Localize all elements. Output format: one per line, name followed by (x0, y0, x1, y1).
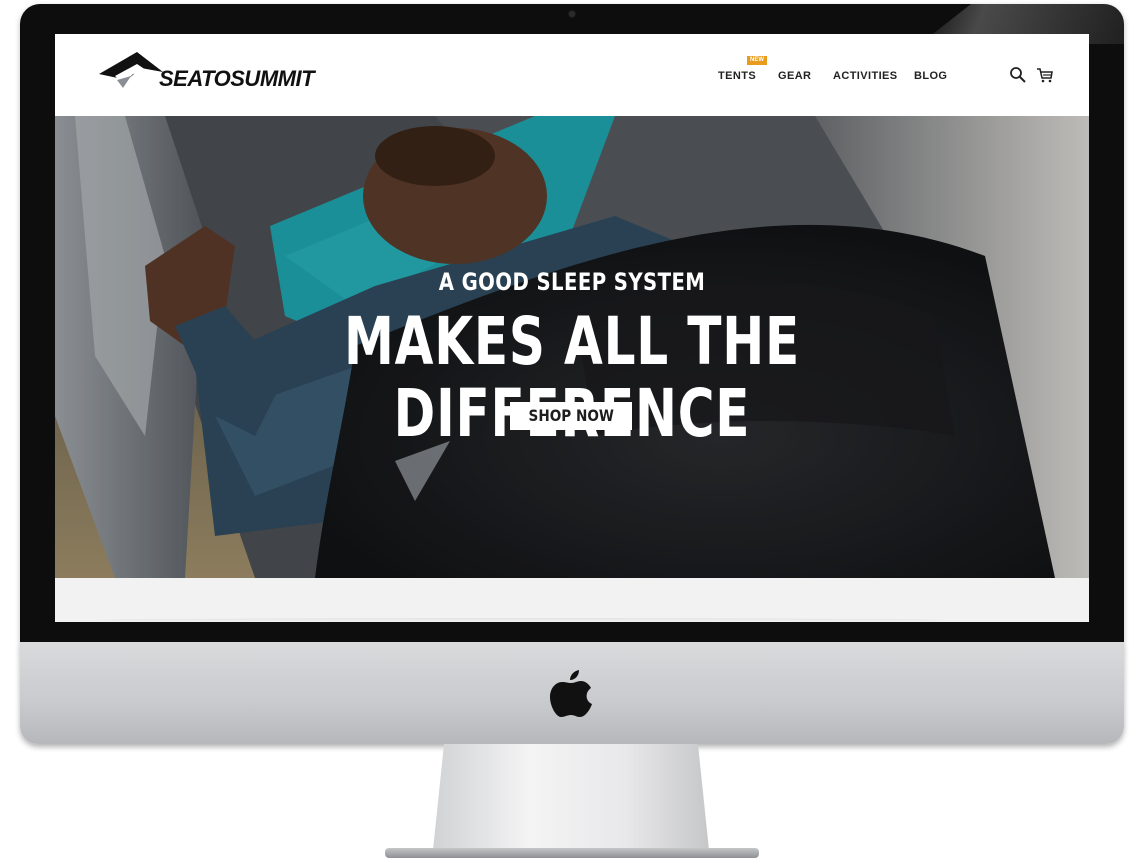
card-shadow (95, 618, 945, 622)
apple-logo-icon (550, 670, 592, 717)
nav-item-gear[interactable]: GEAR (778, 70, 811, 82)
new-badge: NEW (747, 56, 767, 65)
site-header: SEATOSUMMIT TENTS GEAR ACTIVITIES BLOG N… (55, 34, 1089, 116)
monitor-stand-base (385, 848, 759, 858)
shop-now-label: SHOP NOW (528, 406, 614, 425)
webcam (569, 11, 575, 17)
content-strip (55, 578, 1089, 622)
shop-now-button[interactable]: SHOP NOW (510, 402, 632, 430)
cart-icon[interactable] (1036, 66, 1054, 84)
hero-banner: A GOOD SLEEP SYSTEM MAKES ALL THE DIFFER… (55, 116, 1089, 578)
hero-subtitle: A GOOD SLEEP SYSTEM (438, 268, 706, 296)
search-icon[interactable] (1009, 66, 1027, 84)
logo-mark-icon (99, 52, 163, 88)
browser-screen: SEATOSUMMIT TENTS GEAR ACTIVITIES BLOG N… (55, 34, 1089, 622)
nav-item-tents[interactable]: TENTS (718, 70, 756, 82)
nav-item-blog[interactable]: BLOG (914, 70, 947, 82)
brand-logo[interactable]: SEATOSUMMIT (97, 50, 337, 96)
brand-name: SEATOSUMMIT (159, 66, 315, 91)
monitor-stand (433, 744, 709, 850)
nav-item-activities[interactable]: ACTIVITIES (833, 70, 898, 82)
